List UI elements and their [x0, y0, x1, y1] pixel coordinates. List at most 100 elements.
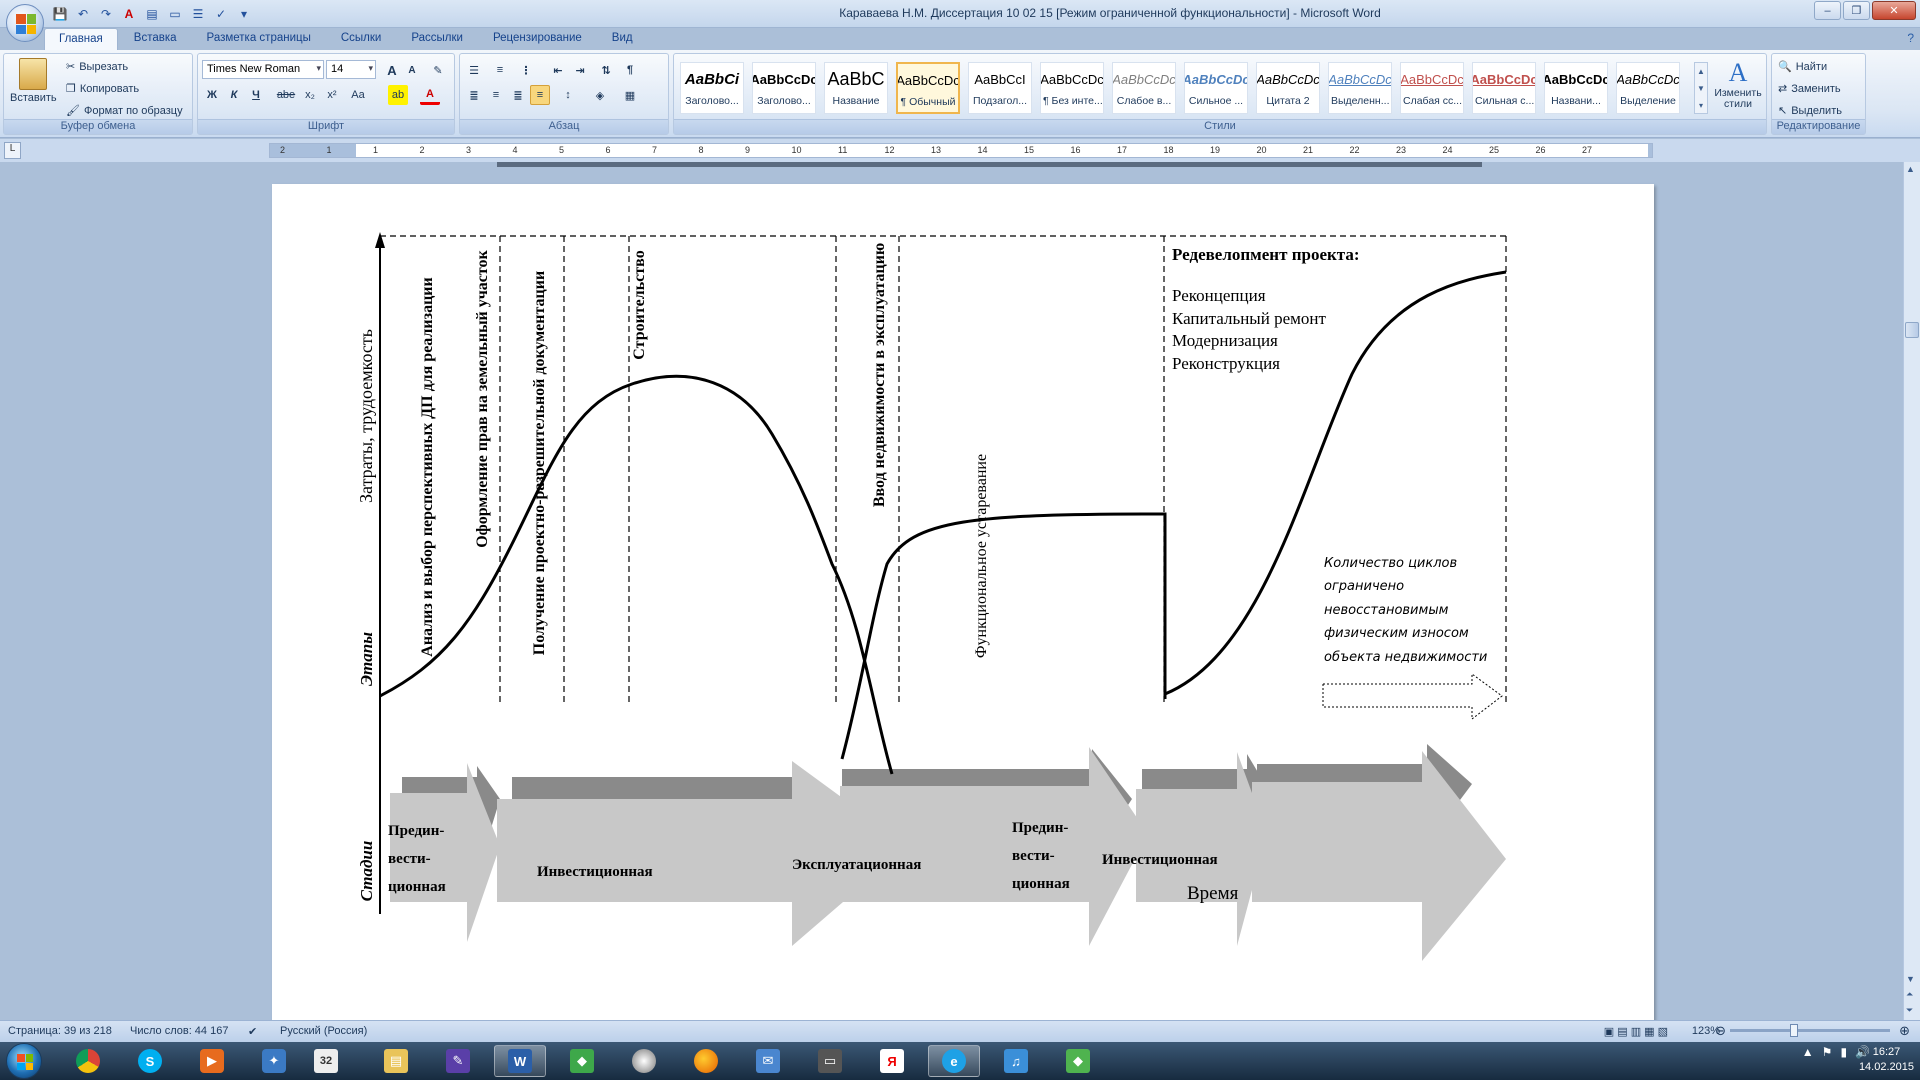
style-item[interactable]: AaBbCcDc ¶ Без инте... [1040, 62, 1104, 114]
language-indicator[interactable]: Русский (Россия) [280, 1025, 367, 1037]
tab-home[interactable]: Главная [44, 28, 118, 50]
restore-button[interactable]: ❐ [1843, 1, 1870, 20]
superscript-button[interactable]: x² [322, 85, 342, 105]
multilevel-icon[interactable]: ⋮ [516, 60, 536, 80]
view-buttons[interactable]: ▣ ▤ ▥ ▦ ▧ [1604, 1025, 1668, 1038]
change-styles-button[interactable]: A Изменить стили [1712, 58, 1764, 110]
music-icon[interactable]: ♫ [990, 1045, 1042, 1077]
media-icon[interactable]: ▶ [186, 1045, 238, 1077]
zoom-slider-knob[interactable] [1790, 1024, 1798, 1037]
tab-mailings[interactable]: Рассылки [397, 28, 477, 50]
skype-icon[interactable]: S [124, 1045, 176, 1077]
change-case-button[interactable]: Aa [348, 85, 368, 105]
paste-button[interactable]: Вставить [10, 58, 57, 104]
tab-insert[interactable]: Вставка [120, 28, 191, 50]
subscript-button[interactable]: x₂ [300, 85, 320, 105]
style-item[interactable]: AaBbCcDc Сильная с... [1472, 62, 1536, 114]
style-item[interactable]: AaBbCcDc Выделение [1616, 62, 1680, 114]
shrink-font-button[interactable]: A [402, 60, 422, 80]
style-item[interactable]: AaBbCi Заголово... [680, 62, 744, 114]
strikethrough-button[interactable]: abe [276, 85, 296, 105]
underline-button[interactable]: Ч [246, 85, 266, 105]
prev-page-icon[interactable]: ⏶ [1906, 989, 1913, 1000]
zoom-out-icon[interactable]: ⊖ [1715, 1023, 1726, 1039]
office-button[interactable] [6, 4, 44, 42]
flag-icon[interactable]: ⚑ [1822, 1045, 1833, 1059]
ie-icon[interactable]: e [928, 1045, 980, 1077]
vertical-scrollbar[interactable]: ▲ ▼ ⏶ ⏷ [1903, 162, 1920, 1020]
show-marks-button[interactable]: ¶ [620, 60, 640, 80]
tab-selector-icon[interactable]: L [4, 142, 21, 159]
style-item[interactable]: AaBbCcDc Слабая сс... [1400, 62, 1464, 114]
tab-page-layout[interactable]: Разметка страницы [193, 28, 325, 50]
start-button[interactable] [6, 1043, 42, 1079]
scrollbar-thumb[interactable] [1905, 322, 1919, 338]
line-spacing-icon[interactable]: ↕ [558, 85, 578, 105]
cut-button[interactable]: ✂ Вырезать [66, 60, 128, 74]
increase-indent-icon[interactable]: ⇥ [570, 60, 590, 80]
grow-font-button[interactable]: A [382, 60, 402, 80]
chrome-icon[interactable] [62, 1045, 114, 1077]
find-button[interactable]: 🔍 Найти [1778, 60, 1827, 74]
font-name-combo[interactable]: Times New Roman [202, 60, 324, 79]
sims2-icon[interactable]: ◆ [1052, 1045, 1104, 1077]
style-item[interactable]: AaBbCcI Подзагол... [968, 62, 1032, 114]
italic-button[interactable]: К [224, 85, 244, 105]
clock[interactable]: 16:27 14.02.2015 [1859, 1045, 1914, 1075]
borders-icon[interactable]: ▦ [620, 85, 640, 105]
highlight-button[interactable]: ab [388, 85, 408, 105]
style-item[interactable]: AaBbCcDc Выделенн... [1328, 62, 1392, 114]
scroll-up-icon[interactable]: ▲ [1906, 164, 1915, 174]
disc-icon[interactable] [618, 1045, 670, 1077]
page-counter[interactable]: Страница: 39 из 218 [8, 1025, 112, 1037]
sort-icon[interactable]: ⇅ [596, 60, 616, 80]
help-icon[interactable]: ? [1907, 31, 1914, 45]
proofing-icon[interactable]: ✔ [248, 1025, 257, 1038]
tab-view[interactable]: Вид [598, 28, 647, 50]
justify-icon[interactable]: ≡ [530, 85, 550, 105]
signal-icon[interactable]: ▮ [1840, 1045, 1847, 1059]
pen-icon[interactable]: ✎ [432, 1045, 484, 1077]
align-right-icon[interactable]: ≣ [508, 85, 528, 105]
document-page[interactable]: Затраты, трудоемкость Этапы Стадии Анали… [272, 184, 1654, 1020]
next-page-icon[interactable]: ⏷ [1906, 1005, 1913, 1016]
style-item[interactable]: AaBbCcDc Названи... [1544, 62, 1608, 114]
scroll-down-icon[interactable]: ▼ [1906, 974, 1915, 984]
mail-icon[interactable]: ✉ [742, 1045, 794, 1077]
zoom-in-icon[interactable]: ⊕ [1899, 1023, 1910, 1039]
style-item[interactable]: AaBbCcDc Заголово... [752, 62, 816, 114]
shading-icon[interactable]: ◈ [590, 85, 610, 105]
select-button[interactable]: ↖ Выделить [1778, 104, 1842, 118]
style-item[interactable]: AaBbCcDc ¶ Обычный [896, 62, 960, 114]
replace-button[interactable]: ⇄ Заменить [1778, 82, 1841, 96]
clear-format-button[interactable]: ✎ [428, 60, 448, 80]
word-icon[interactable]: W [494, 1045, 546, 1077]
font-size-combo[interactable]: 14 [326, 60, 376, 79]
calendar-icon[interactable]: 32 [300, 1045, 352, 1077]
tv-icon[interactable]: ▭ [804, 1045, 856, 1077]
yandex-icon[interactable]: Я [866, 1045, 918, 1077]
format-painter-button[interactable]: 🖌 Формат по образцу [66, 104, 183, 118]
align-center-icon[interactable]: ≡ [486, 85, 506, 105]
align-left-icon[interactable]: ≣ [464, 85, 484, 105]
word-counter[interactable]: Число слов: 44 167 [130, 1025, 228, 1037]
tab-review[interactable]: Рецензирование [479, 28, 596, 50]
explorer-icon[interactable]: ▤ [370, 1045, 422, 1077]
tab-references[interactable]: Ссылки [327, 28, 396, 50]
close-button[interactable]: ✕ [1872, 1, 1916, 20]
decrease-indent-icon[interactable]: ⇤ [548, 60, 568, 80]
style-item[interactable]: AaBbCcDc Сильное ... [1184, 62, 1248, 114]
style-item[interactable]: AaBbCcDc Слабое в... [1112, 62, 1176, 114]
style-item[interactable]: AaBbC Название [824, 62, 888, 114]
network-icon[interactable]: ✦ [248, 1045, 300, 1077]
numbering-icon[interactable]: ≡ [490, 60, 510, 80]
styles-scroll[interactable]: ▲ ▼ ▾ [1694, 62, 1708, 114]
sims-icon[interactable]: ◆ [556, 1045, 608, 1077]
minimize-button[interactable]: – [1814, 1, 1841, 20]
horizontal-ruler[interactable]: 2 1 1 2 3 4 5 6 7 8 9 10 11 12 13 14 15 16 17 18 19 20 21 22 23 2… [269, 143, 1653, 158]
tray-expand-icon[interactable]: ▲ [1802, 1045, 1814, 1059]
zoom-slider[interactable] [1730, 1024, 1890, 1037]
font-color-button[interactable]: A [420, 85, 440, 105]
firefox-icon[interactable] [680, 1045, 732, 1077]
bullets-icon[interactable]: ☰ [464, 60, 484, 80]
